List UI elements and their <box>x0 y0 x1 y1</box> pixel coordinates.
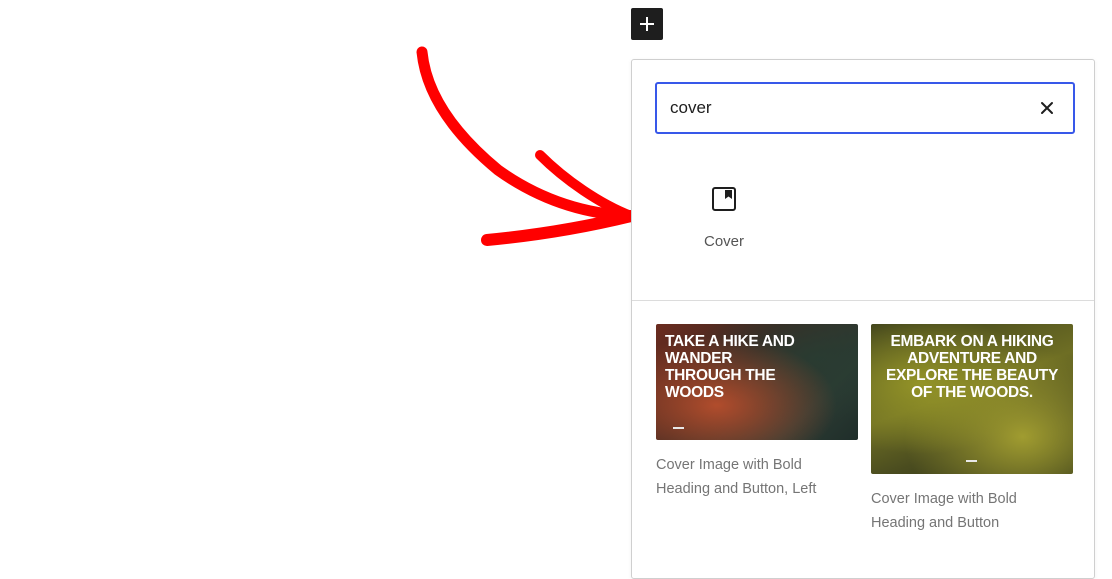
pattern-thumbnail-heading: EMBARK ON A HIKING ADVENTURE AND EXPLORE… <box>885 333 1058 401</box>
pattern-item[interactable]: EMBARK ON A HIKING ADVENTURE AND EXPLORE… <box>871 324 1073 535</box>
pattern-label: Cover Image with Bold Heading and Button… <box>656 457 817 497</box>
block-item-label: Cover <box>703 233 744 250</box>
pattern-thumbnail-button <box>673 427 684 429</box>
block-search-box <box>655 82 1075 134</box>
add-block-button[interactable] <box>631 8 663 40</box>
pattern-thumbnail-heading: TAKE A HIKE AND WANDER THROUGH THE WOODS <box>665 333 795 401</box>
close-icon <box>1041 102 1053 114</box>
clear-search-button[interactable] <box>1029 90 1065 126</box>
pattern-thumbnail-button <box>966 460 977 462</box>
pattern-item[interactable]: TAKE A HIKE AND WANDER THROUGH THE WOODS… <box>656 324 858 501</box>
section-divider <box>632 300 1094 301</box>
block-item-cover[interactable]: Cover <box>682 176 766 266</box>
cover-block-icon <box>711 186 737 217</box>
pattern-thumbnail: EMBARK ON A HIKING ADVENTURE AND EXPLORE… <box>871 324 1073 474</box>
block-search-input[interactable] <box>657 84 1029 132</box>
pattern-label: Cover Image with Bold Heading and Button <box>871 491 1017 531</box>
plus-icon <box>640 17 654 31</box>
pattern-thumbnail: TAKE A HIKE AND WANDER THROUGH THE WOODS <box>656 324 858 440</box>
block-inserter-panel: Cover TAKE A HIKE AND WANDER THROUGH THE… <box>631 59 1095 579</box>
